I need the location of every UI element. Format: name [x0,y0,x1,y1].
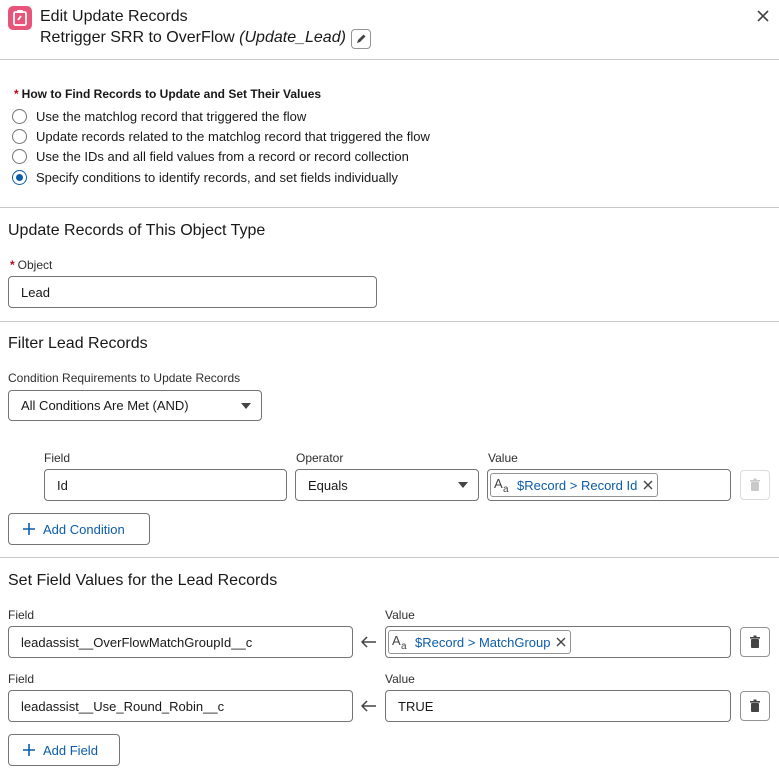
radio-label: Use the IDs and all field values from a … [36,148,409,164]
condition-operator-value: Equals [308,477,348,493]
radio-label: Update records related to the matchlog r… [36,128,430,144]
add-field-button[interactable]: Add Field [8,734,120,766]
resource-pill[interactable]: A a $Record > Record Id [490,473,659,497]
modal-title: Edit Update Records [40,8,188,25]
condition-requirements-select[interactable]: All Conditions Are Met (AND) [8,390,262,421]
trash-icon [750,635,760,648]
assignment-value-label: Value [385,608,415,622]
find-records-label: * How to Find Records to Update and Set T… [14,87,322,101]
object-section-heading: Update Records of This Object Type [8,222,266,239]
element-api-name: (Update_Lead) [239,29,346,46]
radio-button[interactable] [12,128,27,144]
section-divider [0,557,779,558]
add-field-label: Add Field [43,742,98,758]
chevron-down-icon [458,482,468,488]
radio-option-record-ids[interactable]: Use the IDs and all field values from a … [12,147,409,165]
assignment-value-input[interactable]: TRUE [385,690,731,722]
delete-condition-button[interactable] [740,470,770,500]
svg-text:a: a [401,641,407,651]
object-label: * Object [10,258,53,272]
assignment-field-label: Field [8,608,35,622]
condition-field-label: Field [44,451,71,465]
svg-text:A: A [494,476,503,491]
arrow-left-icon [361,636,376,648]
resource-pill-label: $Record > MatchGroup [415,634,551,650]
trash-icon [750,699,760,712]
element-title: Retrigger SRR to OverFlow (Update_Lead) [40,29,346,47]
condition-value-input[interactable]: A a $Record > Record Id [487,469,731,501]
text-type-icon: A a [494,476,509,494]
pencil-icon [357,34,366,43]
assignment-field-label: Field [8,672,35,686]
resource-pill[interactable]: A a $Record > MatchGroup [388,630,572,654]
radio-button-selected[interactable] [12,169,27,185]
radio-label: Use the matchlog record that triggered t… [36,108,307,124]
assignment-field-input[interactable]: leadassist__OverFlowMatchGroupId__c [8,626,353,658]
assignment-field-input[interactable]: leadassist__Use_Round_Robin__c [8,690,353,722]
close-icon [757,10,769,22]
plus-icon [23,744,35,756]
radio-option-related-records[interactable]: Update records related to the matchlog r… [12,127,430,145]
svg-text:a: a [503,484,509,494]
assignment-value-input[interactable]: A a $Record > MatchGroup [385,626,731,658]
trash-icon [750,478,760,491]
radio-option-specify-conditions[interactable]: Specify conditions to identify records, … [12,168,398,186]
chevron-down-icon [241,403,251,409]
radio-label: Specify conditions to identify records, … [36,169,399,185]
edit-label-button[interactable] [351,29,371,49]
condition-field-input[interactable]: Id [44,469,287,501]
arrow-left-icon [361,700,376,712]
remove-icon[interactable] [643,480,653,490]
radio-button[interactable] [12,148,27,164]
set-fields-section-heading: Set Field Values for the Lead Records [8,572,278,589]
delete-assignment-button[interactable] [740,691,770,721]
filter-section-heading: Filter Lead Records [8,335,148,352]
text-type-icon: A a [392,633,407,651]
add-condition-button[interactable]: Add Condition [8,513,150,545]
section-divider [0,321,779,322]
close-button[interactable] [754,7,772,25]
clipboard-icon [8,6,32,30]
section-divider [0,207,779,208]
required-marker: * [14,87,19,101]
assignment-value-label: Value [385,672,415,686]
svg-text:A: A [392,633,401,648]
condition-operator-select[interactable]: Equals [295,469,479,501]
object-input[interactable]: Lead [8,276,377,308]
radio-button[interactable] [12,108,27,124]
element-label: Retrigger SRR to OverFlow [40,29,235,46]
add-condition-label: Add Condition [43,521,125,537]
condition-requirements-value: All Conditions Are Met (AND) [21,398,189,413]
required-marker: * [10,258,15,272]
condition-value-label: Value [488,451,518,465]
plus-icon [23,523,35,535]
condition-requirements-label: Condition Requirements to Update Records [8,371,241,385]
resource-pill-label: $Record > Record Id [517,477,638,493]
remove-icon[interactable] [556,637,566,647]
radio-option-triggering-record[interactable]: Use the matchlog record that triggered t… [12,107,306,125]
delete-assignment-button[interactable] [740,627,770,657]
condition-operator-label: Operator [296,451,344,465]
